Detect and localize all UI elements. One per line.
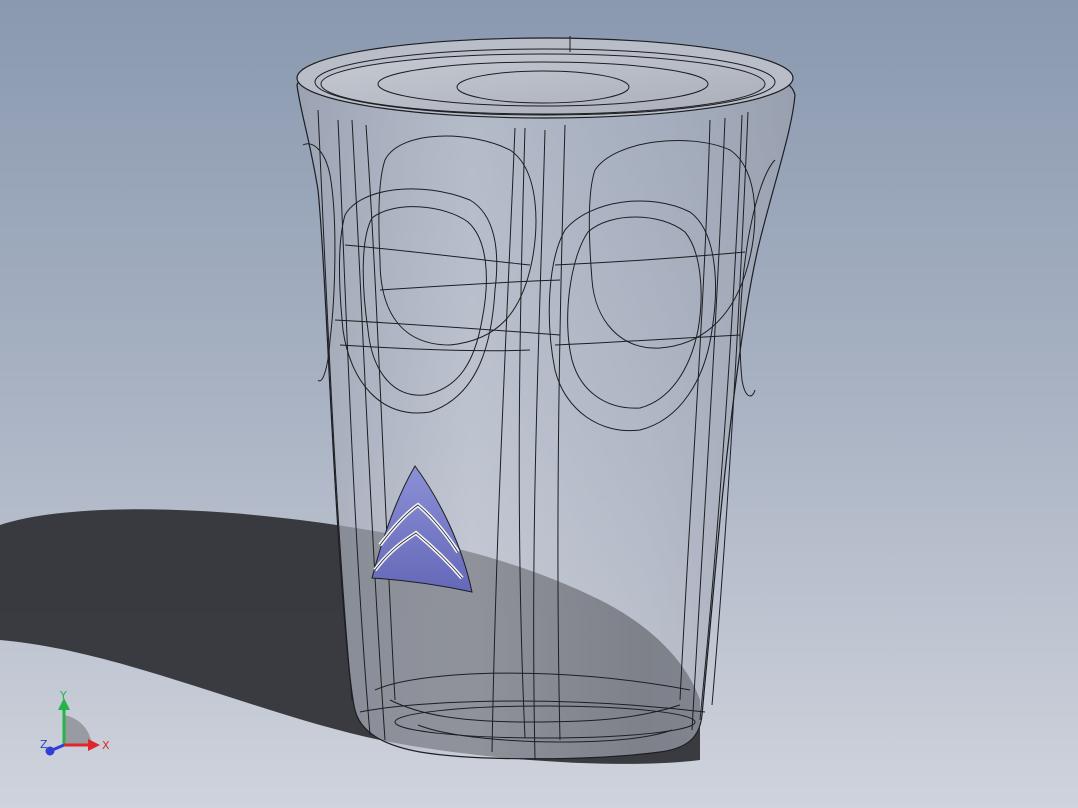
cup-lid[interactable] [320, 53, 766, 115]
triad-y-label: Y [59, 689, 67, 702]
triad-z-label: Z [40, 738, 48, 751]
graphics-viewport[interactable]: Y X Z [0, 0, 1078, 808]
model-scene[interactable]: Y X Z [0, 0, 1078, 808]
triad-x-label: X [102, 739, 110, 752]
